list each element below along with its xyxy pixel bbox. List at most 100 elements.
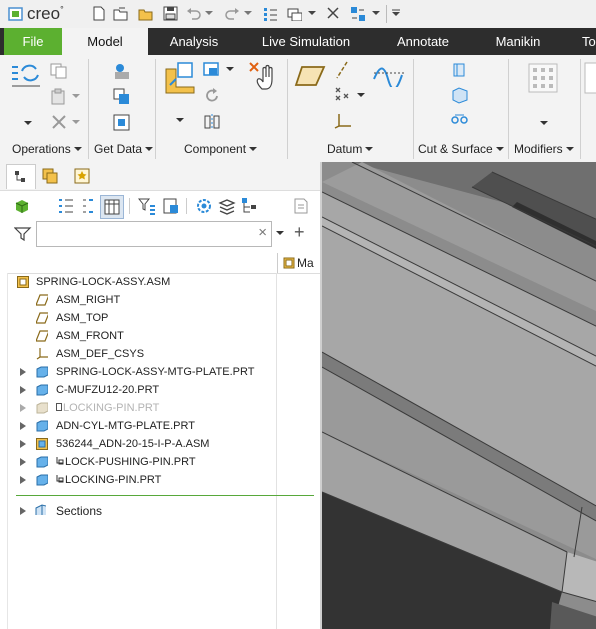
switch-windows-icon[interactable]: [350, 6, 365, 21]
tree-item-part[interactable]: C-MUFZU12-20.PRT: [0, 381, 276, 399]
create-dropdown-icon[interactable]: [226, 67, 234, 72]
operations-more-dropdown-icon[interactable]: [24, 121, 32, 126]
save-icon[interactable]: [163, 6, 178, 21]
extrude-cut-icon[interactable]: [450, 61, 470, 79]
delete-dropdown-icon[interactable]: [72, 120, 80, 125]
user-defined-feature-icon[interactable]: [112, 61, 132, 81]
windows-icon[interactable]: [287, 6, 302, 21]
show-columns-button[interactable]: [100, 195, 124, 219]
tree-item-sections[interactable]: Sections: [0, 502, 276, 520]
drag-components-icon[interactable]: [248, 61, 280, 93]
redo-icon[interactable]: [224, 6, 239, 21]
group-cut-surface[interactable]: Cut & Surface: [418, 142, 504, 156]
folder-browser-icon[interactable]: [42, 168, 58, 184]
copy-geometry-icon[interactable]: [112, 87, 132, 107]
modifiers-more-dropdown-icon[interactable]: [540, 121, 548, 126]
paste-icon[interactable]: [50, 88, 68, 106]
tree-item-part[interactable]: LOCK-PUSHING-PIN.PRT: [0, 453, 276, 471]
clear-search-icon[interactable]: ×: [258, 224, 267, 241]
tab-model-tree[interactable]: [6, 164, 36, 189]
undo-icon[interactable]: [186, 6, 201, 21]
tab-model[interactable]: Model: [62, 28, 148, 55]
expand-arrow-icon[interactable]: [20, 440, 26, 448]
tab-analysis[interactable]: Analysis: [148, 28, 240, 55]
tree-item-part[interactable]: SPRING-LOCK-ASSY-MTG-PLATE.PRT: [0, 363, 276, 381]
plane-icon[interactable]: [294, 65, 326, 87]
tree-item-datum-plane[interactable]: ASM_RIGHT: [0, 291, 276, 309]
switch-windows-dropdown-icon[interactable]: [372, 11, 387, 26]
close-window-icon[interactable]: [326, 6, 341, 21]
delete-icon[interactable]: [50, 113, 68, 131]
pattern-icon[interactable]: [528, 63, 558, 93]
expand-arrow-icon[interactable]: [20, 476, 26, 484]
expand-all-icon[interactable]: [57, 197, 75, 215]
tree-filters-icon[interactable]: [138, 197, 156, 215]
expand-arrow-icon[interactable]: [20, 458, 26, 466]
point-dropdown-icon[interactable]: [357, 93, 365, 98]
insert-here-indicator[interactable]: [16, 495, 314, 496]
tab-manikin[interactable]: Manikin: [484, 28, 552, 55]
tree-column-header[interactable]: Ma: [277, 253, 321, 273]
gear-icon[interactable]: [195, 197, 213, 215]
revolve-icon[interactable]: [450, 86, 470, 104]
group-component[interactable]: Component: [184, 142, 258, 156]
sketch-icon[interactable]: [372, 61, 406, 87]
group-modifiers[interactable]: Modifiers: [514, 142, 574, 156]
paste-dropdown-icon[interactable]: [72, 94, 80, 99]
open-folder-icon[interactable]: [113, 6, 128, 21]
coordinate-system-icon[interactable]: [334, 111, 354, 129]
regenerate-large-icon[interactable]: [10, 61, 44, 91]
graphics-viewport[interactable]: [320, 162, 596, 629]
tree-item-root[interactable]: SPRING-LOCK-ASSY.ASM: [0, 273, 276, 291]
axis-icon[interactable]: [334, 61, 350, 79]
tab-file[interactable]: File: [4, 28, 62, 55]
tree-item-subassembly[interactable]: 536244_ADN-20-15-I-P-A.ASM: [0, 435, 276, 453]
tree-item-part-suppressed[interactable]: LOCKING-PIN.PRT: [0, 399, 276, 417]
copy-icon[interactable]: [50, 63, 68, 79]
point-icon[interactable]: [334, 85, 354, 103]
expand-arrow-icon[interactable]: [20, 368, 26, 376]
sweep-icon[interactable]: [450, 111, 470, 129]
expand-arrow-icon[interactable]: [20, 386, 26, 394]
model-render[interactable]: [322, 162, 596, 629]
notes-icon[interactable]: [292, 197, 310, 215]
expand-arrow-icon[interactable]: [20, 422, 26, 430]
regenerate-icon[interactable]: [262, 6, 277, 21]
group-operations[interactable]: Operations: [12, 142, 82, 156]
tree-item-csys[interactable]: ASM_DEF_CSYS: [0, 345, 276, 363]
tree-settings-icon[interactable]: [162, 197, 180, 215]
tree-item-datum-plane[interactable]: ASM_TOP: [0, 309, 276, 327]
tab-live-simulation[interactable]: Live Simulation: [250, 28, 362, 55]
expand-arrow-icon[interactable]: [20, 404, 26, 412]
new-file-icon[interactable]: [92, 6, 107, 21]
favorites-icon[interactable]: [74, 168, 90, 184]
search-options-dropdown-icon[interactable]: [276, 231, 284, 236]
repeat-icon[interactable]: [203, 87, 221, 105]
tree-item-datum-plane[interactable]: ASM_FRONT: [0, 327, 276, 345]
ribbon-overflow-icon[interactable]: [584, 61, 596, 95]
show-part-icon[interactable]: [14, 198, 30, 214]
tree-search-input[interactable]: [37, 222, 255, 244]
tab-tools[interactable]: To: [582, 28, 596, 55]
undo-dropdown-icon[interactable]: [205, 11, 220, 26]
folder-icon[interactable]: [138, 6, 153, 21]
shrinkwrap-icon[interactable]: [112, 113, 132, 133]
windows-dropdown-icon[interactable]: [308, 11, 323, 26]
mirror-component-icon[interactable]: [203, 113, 221, 131]
layers-icon[interactable]: [218, 197, 236, 215]
create-component-icon[interactable]: [202, 61, 222, 79]
tree-structure-icon[interactable]: [241, 197, 259, 215]
tab-annotate[interactable]: Annotate: [384, 28, 462, 55]
group-get-data[interactable]: Get Data: [94, 142, 154, 156]
assemble-icon[interactable]: [162, 61, 196, 95]
assemble-dropdown-icon[interactable]: [176, 118, 184, 123]
customize-qat-icon[interactable]: [391, 9, 406, 24]
tree-item-part[interactable]: ADN-CYL-MTG-PLATE.PRT: [0, 417, 276, 435]
redo-dropdown-icon[interactable]: [244, 11, 259, 26]
tree-search-field[interactable]: ×: [36, 221, 272, 247]
tree-item-part[interactable]: LOCKING-PIN.PRT: [0, 471, 276, 489]
expand-arrow-icon[interactable]: [20, 507, 26, 515]
add-filter-icon[interactable]: +: [294, 222, 305, 243]
group-datum[interactable]: Datum: [327, 142, 374, 156]
collapse-all-icon[interactable]: [81, 197, 95, 215]
